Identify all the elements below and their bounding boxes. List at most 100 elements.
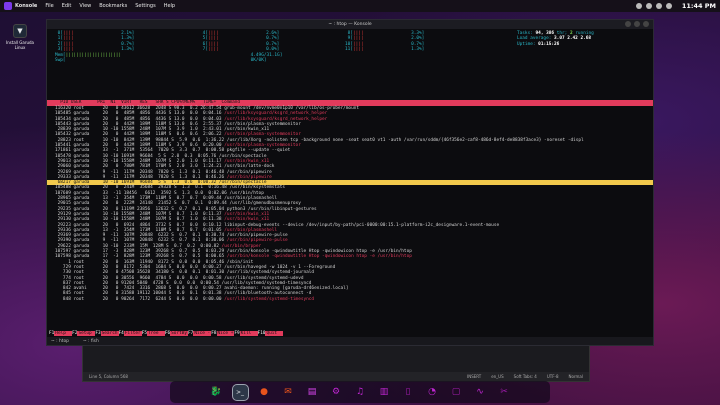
- process-stats: 29223 garuda 20 0 6924 4864 3732 S 0.7 0…: [55, 222, 225, 228]
- fkey-label[interactable]: Help: [54, 331, 73, 336]
- minimize-icon[interactable]: [625, 21, 631, 27]
- process-stats: 105478 garuda 10 -10 1691M 96684 5 S 2.0…: [55, 153, 219, 159]
- menu-edit[interactable]: Edit: [62, 3, 72, 9]
- process-stats: 29060 garuda 20 0 780M 781M 170M S 2.0 3…: [55, 164, 225, 170]
- fkey-label[interactable]: Tree: [146, 331, 165, 336]
- settings-icon[interactable]: ⚙: [329, 385, 344, 400]
- process-command: /usr/bin/pipewire: [226, 169, 272, 175]
- cursor-position: Line 5, Column 568: [89, 374, 128, 379]
- fkey-label[interactable]: Search: [100, 331, 119, 336]
- konsole-titlebar[interactable]: ~ : htop — Konsole: [47, 20, 653, 29]
- office-icon[interactable]: ▥: [377, 385, 392, 400]
- konsole-app-icon: [4, 2, 12, 10]
- desktop-icon-install-garuda[interactable]: ▼ Install Garuda Linux: [2, 24, 38, 50]
- process-stats: 107598 garuda 17 -3 828M 123M 39268 S 0.…: [55, 254, 227, 260]
- process-stats: 105434 garuda 20 0 485M 4856 4436 S 13.0…: [55, 116, 225, 122]
- tools-icon[interactable]: ✂: [497, 385, 512, 400]
- process-command: /usr/lib/systemd/systemd-timesyncd: [224, 296, 315, 302]
- bluetooth-icon[interactable]: [665, 3, 672, 9]
- cpu-meter-bar: ||||: [62, 46, 122, 52]
- battery-icon[interactable]: [655, 3, 662, 9]
- fkey-label[interactable]: Filter: [123, 331, 142, 336]
- browser-icon[interactable]: ●: [257, 385, 272, 400]
- cpu-meter-label: 7[: [200, 46, 208, 52]
- fkey-f3[interactable]: F3: [95, 331, 100, 336]
- mail-icon[interactable]: ✉: [281, 385, 296, 400]
- fkey-label[interactable]: SortBy: [170, 331, 189, 336]
- fkey-label[interactable]: Quit: [265, 331, 284, 336]
- cpu-meter-value: 0.7%]: [266, 41, 280, 47]
- clock[interactable]: 11:44 PM: [682, 2, 716, 10]
- process-command: /usr/lib/systemd/systemd-udevd: [224, 275, 304, 281]
- menu-settings[interactable]: Settings: [135, 3, 156, 9]
- process-command: /usr/bin/latte-dock: [224, 164, 275, 170]
- active-app-name: Konsole: [15, 3, 38, 9]
- fkey-f8[interactable]: F8: [211, 331, 216, 336]
- cpu-meter-bar: ||||: [352, 41, 412, 47]
- terminal-icon[interactable]: >_: [231, 383, 249, 401]
- maximize-icon[interactable]: [634, 21, 640, 27]
- process-command: python3 /usr/bin/libinput-gestures: [226, 206, 317, 212]
- process-stats: 29235 garuda 20 0 1119M 23856 12632 S 0.…: [55, 206, 227, 212]
- process-row[interactable]: 848 root 20 0 90264 7172 6244 S 0.0 0.0 …: [47, 297, 653, 302]
- cpu-meter-label: 2[: [55, 41, 63, 47]
- fkey-label[interactable]: Nice -: [193, 331, 212, 336]
- fkey-label[interactable]: Kill: [239, 331, 258, 336]
- desktop-icon-label: Install Garuda Linux: [5, 40, 35, 50]
- phone-icon[interactable]: ▯: [401, 385, 416, 400]
- cpu-meter-label: 3[: [55, 46, 63, 52]
- uptime-label: Uptime:: [517, 41, 536, 47]
- process-table[interactable]: 116320 root 20 0 43612 36628 2048 S 98.3…: [47, 106, 653, 302]
- menu-file[interactable]: File: [45, 3, 53, 9]
- process-stats: 105432 garuda 20 0 442M 189M 118M S 0.6 …: [55, 132, 225, 138]
- files-icon[interactable]: ▤: [305, 385, 320, 400]
- process-command: /sbin/init: [226, 259, 254, 265]
- cpu-meter-value: 2.0%]: [411, 36, 425, 42]
- indentation[interactable]: Soft Tabs: 4: [514, 374, 537, 379]
- music-icon[interactable]: ♫: [353, 385, 368, 400]
- input-mode[interactable]: INSERT: [467, 374, 481, 379]
- cpu-meter-label: 1[: [55, 36, 63, 42]
- process-command: /usr/lib/systemd/systemd-journald: [226, 270, 315, 276]
- cpu-meter: 3[|||| 1.3%]: [55, 46, 135, 52]
- monitor-icon[interactable]: ∿: [473, 385, 488, 400]
- cpu-meter-bar: ||||: [207, 36, 267, 42]
- garuda-dragon-icon[interactable]: 🐉: [209, 385, 224, 400]
- close-icon[interactable]: [643, 21, 649, 27]
- encoding[interactable]: UTF-8: [547, 374, 559, 379]
- menu-bookmarks[interactable]: Bookmarks: [99, 3, 127, 9]
- terminal-area[interactable]: 0[|||| 2.1%] 1[|||| 1.3%] 2[|||| 0.7%] 3…: [47, 29, 653, 339]
- cpu-meter-value: 0.7%]: [121, 41, 135, 47]
- cpu-meter-bar: ||||: [62, 41, 122, 47]
- process-stats: 1 root 20 0 163M 11940 8172 S 0.0 0.0 0:…: [55, 259, 227, 265]
- process-command: /usr/bin/htop: [229, 190, 264, 196]
- process-table-header[interactable]: PID USER PRI NI VIRT RES SHR S CPU%▽MEM%…: [47, 100, 653, 106]
- view-mode[interactable]: Normal: [569, 374, 583, 379]
- process-command: /usr/lib/bluetooth-autoconnect -d: [224, 291, 312, 297]
- load-value: 3.07 2.42 2.68: [554, 36, 592, 42]
- language[interactable]: en_US: [491, 374, 503, 379]
- store-icon[interactable]: ▢: [449, 385, 464, 400]
- cpu-meter-value: 1.3%]: [121, 46, 135, 52]
- fkey-label[interactable]: Nice +: [216, 331, 235, 336]
- load-label: Load average:: [517, 36, 552, 42]
- tab-htop[interactable]: ~ : htop: [51, 339, 69, 344]
- process-command: /usr/bin/ksystemstats: [229, 185, 285, 191]
- process-stats: 29390 garuda 9 -11 107M 20848 6232 S 0.7…: [55, 238, 227, 244]
- process-stats: 29015 garuda 20 0 222M 24148 21452 S 0.7…: [55, 201, 230, 207]
- chart-icon[interactable]: ◔: [425, 385, 440, 400]
- fkey-label[interactable]: Setup: [77, 331, 96, 336]
- tab-fish[interactable]: ~ : fish: [83, 339, 99, 344]
- editor-statusbar: Line 5, Column 568 INSERT en_US Soft Tab…: [83, 372, 589, 381]
- konsole-window[interactable]: ~ : htop — Konsole 0[|||| 2.1%] 1[|||| 1…: [46, 19, 654, 346]
- process-stats: 171861 garuda 33 -1 371M 53564 7020 S 3.…: [55, 148, 227, 154]
- uptime-value: 01:15:26: [538, 41, 560, 47]
- volume-icon[interactable]: [645, 3, 652, 9]
- fkey-f9[interactable]: F9: [234, 331, 239, 336]
- cpu-meter-value: 1.3%]: [411, 46, 425, 52]
- menu-view[interactable]: View: [79, 3, 91, 9]
- htop-summary: Tasks: 94, 386 thr; 2 running Load avera…: [517, 31, 653, 47]
- process-command: /usr/bin/kwin_x11: [224, 217, 270, 223]
- menu-help[interactable]: Help: [164, 3, 175, 9]
- network-icon[interactable]: [635, 3, 642, 9]
